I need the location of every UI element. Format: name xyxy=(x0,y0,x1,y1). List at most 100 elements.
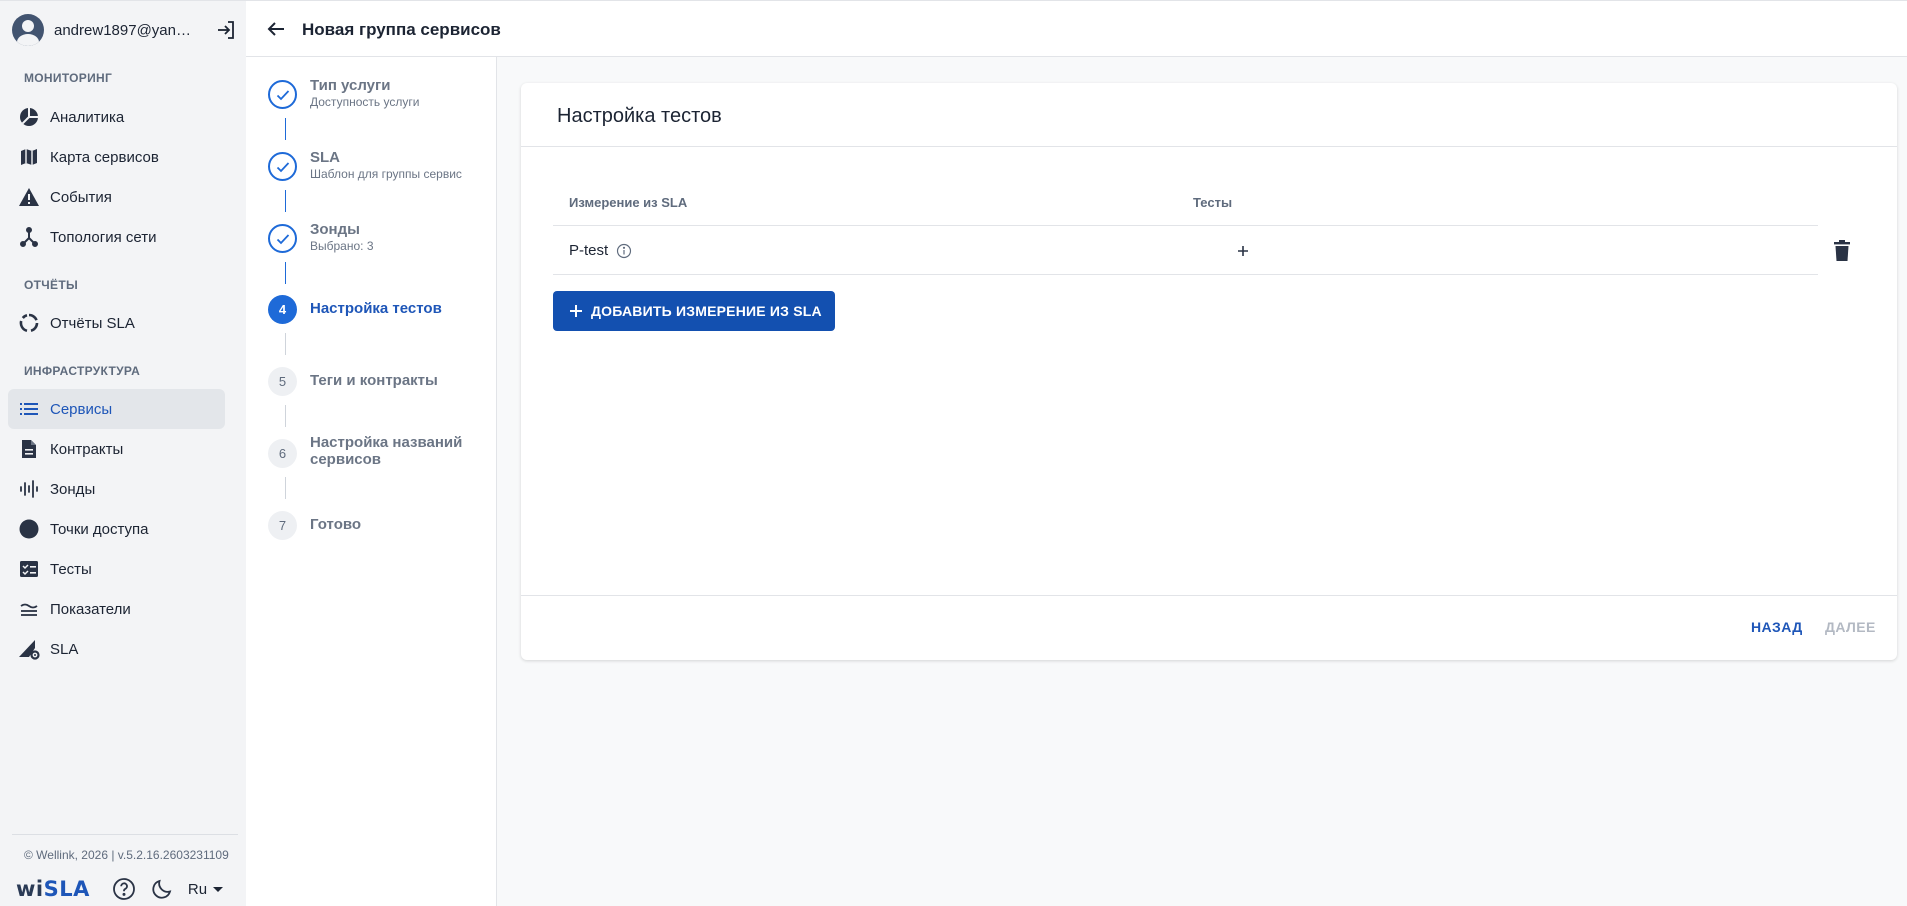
section-title-monitoring: МОНИТОРИНГ xyxy=(24,71,113,85)
sidebar-item-metrics[interactable]: Показатели xyxy=(8,589,225,629)
step-title: Теги и контракты xyxy=(310,372,438,389)
help-icon[interactable] xyxy=(112,877,136,901)
sidebar-item-services[interactable]: Сервисы xyxy=(8,389,225,429)
table-row-divider xyxy=(553,274,1818,275)
sidebar-item-label: События xyxy=(50,188,112,206)
sidebar-item-tests[interactable]: Тесты xyxy=(8,549,225,589)
column-header-tests: Тесты xyxy=(1193,195,1233,210)
network-icon xyxy=(18,226,40,248)
card-footer-divider xyxy=(521,595,1897,596)
step-title: Тип услуги xyxy=(310,77,391,94)
table-row: P-test xyxy=(569,242,632,259)
document-icon xyxy=(18,438,40,460)
dimension-name: P-test xyxy=(569,242,609,259)
sidebar-item-label: Топология сети xyxy=(50,228,157,246)
plus-icon xyxy=(570,305,582,317)
check-icon xyxy=(276,161,289,172)
card-title: Настройка тестов xyxy=(557,105,722,127)
step-connector xyxy=(285,262,286,284)
sidebar-item-label: SLA xyxy=(50,640,79,658)
sidebar-item-sla[interactable]: SLA xyxy=(8,629,225,669)
chevron-down-icon xyxy=(213,886,224,892)
sidebar-item-label: Отчёты SLA xyxy=(50,314,135,332)
step-complete xyxy=(268,152,297,181)
sidebar-item-label: Тесты xyxy=(50,560,92,578)
sidebar-item-label: Зонды xyxy=(50,480,96,498)
section-title-reports: ОТЧЁТЫ xyxy=(24,278,79,292)
checklist-icon xyxy=(18,558,40,580)
table-header-divider xyxy=(553,225,1818,226)
sidebar: andrew1897@yan… МОНИТОРИНГ Аналитика Кар… xyxy=(0,0,246,906)
step-number: 6 xyxy=(268,439,297,468)
sidebar-item-analytics[interactable]: Аналитика xyxy=(8,97,225,137)
copyright: © Wellink, 2026 | v.5.2.16.2603231109 xyxy=(24,848,229,862)
section-title-infrastructure: ИНФРАСТРУКТУРА xyxy=(24,364,141,378)
step-connector xyxy=(285,333,286,355)
user-email: andrew1897@yan… xyxy=(54,21,191,39)
donut-icon xyxy=(18,312,40,334)
step-connector xyxy=(285,118,286,140)
step-connector xyxy=(285,190,286,212)
sidebar-item-probes[interactable]: Зонды xyxy=(8,469,225,509)
language-select[interactable]: Ru xyxy=(187,880,224,898)
add-test-button[interactable] xyxy=(1233,241,1253,261)
check-icon xyxy=(276,89,289,100)
column-header-dimension: Измерение из SLA xyxy=(569,195,688,210)
waveform-icon xyxy=(18,478,40,500)
back-arrow-icon[interactable] xyxy=(264,17,288,41)
sidebar-item-contracts[interactable]: Контракты xyxy=(8,429,225,469)
sidebar-item-label: Контракты xyxy=(50,440,124,458)
next-button[interactable]: ДАЛЕЕ xyxy=(1825,619,1876,635)
page-header: Новая группа сервисов xyxy=(246,0,1907,57)
avatar xyxy=(12,14,44,46)
add-dimension-button[interactable]: ДОБАВИТЬ ИЗМЕРЕНИЕ ИЗ SLA xyxy=(553,291,835,331)
check-icon xyxy=(276,233,289,244)
sidebar-item-events[interactable]: События xyxy=(8,177,225,217)
circle-icon xyxy=(18,518,40,540)
back-button[interactable]: НАЗАД xyxy=(1751,619,1803,635)
user-profile[interactable]: andrew1897@yan… xyxy=(12,13,238,47)
info-icon[interactable] xyxy=(616,243,632,259)
sidebar-item-label: Сервисы xyxy=(50,400,113,418)
test-settings-card: Настройка тестов Измерение из SLA Тесты … xyxy=(521,83,1897,660)
dark-mode-icon[interactable] xyxy=(150,877,174,901)
step-connector xyxy=(285,477,286,499)
logout-icon[interactable] xyxy=(214,18,238,42)
step-subtitle: Шаблон для группы сервис xyxy=(310,167,462,181)
sidebar-item-access-points[interactable]: Точки доступа xyxy=(8,509,225,549)
step-complete xyxy=(268,224,297,253)
step-number: 7 xyxy=(268,511,297,540)
wisla-logo: wiSLA xyxy=(16,877,90,901)
warning-icon xyxy=(18,186,40,208)
step-title: SLA xyxy=(310,149,340,166)
step-title: Настройка тестов xyxy=(310,300,442,317)
sidebar-item-label: Аналитика xyxy=(50,108,125,126)
step-number: 5 xyxy=(268,367,297,396)
sidebar-item-service-map[interactable]: Карта сервисов xyxy=(8,137,225,177)
sidebar-item-label: Точки доступа xyxy=(50,520,149,538)
list-icon xyxy=(18,398,40,420)
sidebar-item-sla-reports[interactable]: Отчёты SLA xyxy=(8,303,225,343)
footer-divider xyxy=(12,834,238,835)
step-connector xyxy=(285,405,286,427)
sidebar-item-label: Показатели xyxy=(50,600,131,618)
sidebar-footer: wiSLA Ru xyxy=(16,875,224,903)
page-title: Новая группа сервисов xyxy=(302,20,501,39)
step-subtitle: Выбрано: 3 xyxy=(310,239,374,253)
step-title: Зонды xyxy=(310,221,360,238)
sidebar-item-label: Карта сервисов xyxy=(50,148,159,166)
pie-chart-icon xyxy=(18,106,40,128)
map-icon xyxy=(18,146,40,168)
step-number: 4 xyxy=(268,295,297,324)
add-dimension-label: ДОБАВИТЬ ИЗМЕРЕНИЕ ИЗ SLA xyxy=(591,303,822,319)
wizard-stepper: Тип услуги Доступность услуги SLA Шаблон… xyxy=(246,57,497,906)
sidebar-item-topology[interactable]: Топология сети xyxy=(8,217,225,257)
language-value: Ru xyxy=(187,880,208,898)
lines-icon xyxy=(18,598,40,620)
step-title: Настройка названий сервисов xyxy=(310,434,463,468)
delete-icon[interactable] xyxy=(1831,239,1853,263)
signal-gear-icon xyxy=(18,638,40,660)
step-complete xyxy=(268,80,297,109)
step-subtitle: Доступность услуги xyxy=(310,95,420,109)
step-title: Готово xyxy=(310,516,362,533)
